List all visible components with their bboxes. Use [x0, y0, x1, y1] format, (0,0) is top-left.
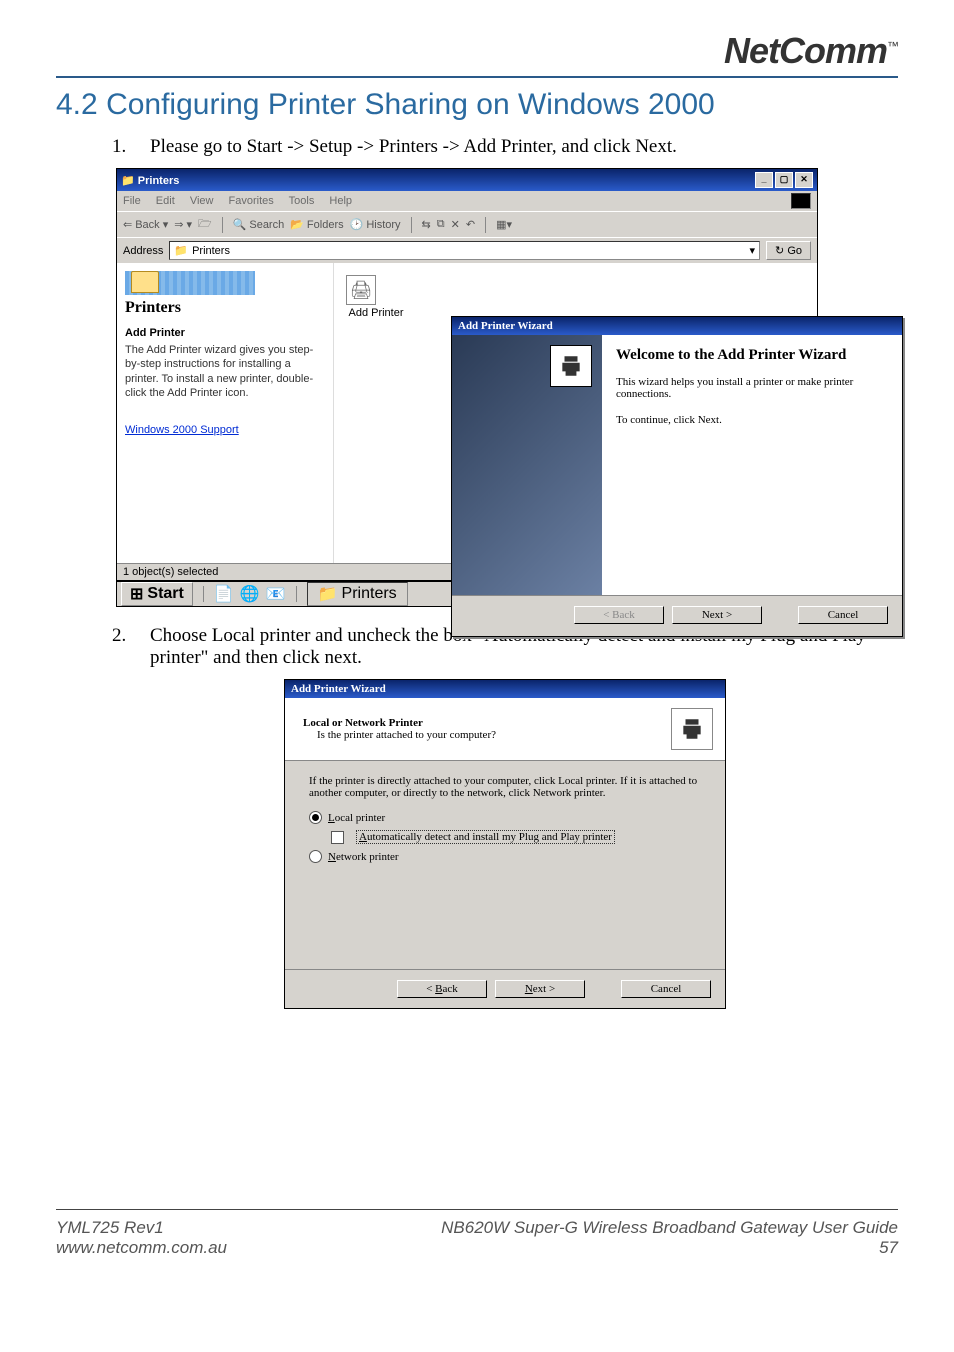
wiz2-printer-icon [671, 708, 713, 750]
add-printer-wizard: Add Printer Wizard Welcome to the Add Pr… [451, 316, 903, 637]
wizard-continue: To continue, click Next. [616, 414, 888, 426]
forward-button[interactable]: ⇒ ▾ [174, 218, 192, 231]
footer-rev: YML725 Rev1 [56, 1218, 227, 1238]
wizard-printer-icon [550, 345, 592, 387]
windows-flag-icon [791, 193, 811, 209]
back-button[interactable]: ⇐ Back ▾ [123, 218, 168, 231]
copy-button[interactable]: ⧉ [437, 218, 445, 231]
window-controls[interactable]: _▢✕ [753, 172, 813, 188]
header-rule [56, 76, 898, 78]
close-button: ✕ [795, 172, 813, 188]
wiz2-title: Add Printer Wizard [285, 680, 725, 698]
minimize-button: _ [755, 172, 773, 188]
wizard-cancel-button[interactable]: Cancel [798, 606, 888, 624]
window-title: Printers [138, 175, 180, 187]
printer-icon: 🖨 [346, 275, 376, 305]
start-button[interactable]: ⊞ Start [121, 582, 193, 606]
page-footer: YML725 Rev1 www.netcomm.com.au NB620W Su… [56, 1209, 898, 1258]
taskbar-printers[interactable]: 📁 Printers [307, 582, 408, 606]
left-heading: Printers [125, 299, 325, 317]
quicklaunch-1[interactable]: 📄 [214, 584, 234, 604]
address-label: Address [123, 245, 163, 257]
undo-button[interactable]: ↶ [466, 218, 475, 231]
wizard-next-button[interactable]: Next > [672, 606, 762, 624]
wiz2-subheader: Is the printer attached to your computer… [317, 729, 496, 741]
folders-button[interactable]: 📂 Folders [290, 218, 343, 231]
left-description: The Add Printer wizard gives you step-by… [125, 343, 325, 400]
delete-button[interactable]: ✕ [451, 218, 460, 231]
wiz2-back-button[interactable]: < Back [397, 980, 487, 998]
wiz2-next-button[interactable]: Next > [495, 980, 585, 998]
add-printer-item[interactable]: 🖨 Add Printer [346, 275, 406, 319]
quicklaunch-3[interactable]: 📧 [266, 584, 286, 604]
wizard-welcome: Welcome to the Add Printer Wizard [616, 347, 888, 364]
local-printer-radio[interactable]: Local printer [309, 811, 701, 824]
local-printer-label: ocal printer [335, 812, 385, 824]
address-box[interactable]: 📁 Printers ▾ [169, 241, 760, 260]
wiz2-header: Local or Network Printer [303, 717, 496, 729]
footer-page: 57 [441, 1238, 898, 1258]
wizard-title: Add Printer Wizard [452, 317, 902, 335]
wizard-desc: This wizard helps you install a printer … [616, 376, 888, 400]
menu-help[interactable]: Help [329, 195, 352, 207]
left-add-printer: Add Printer [125, 327, 325, 339]
menu-edit[interactable]: Edit [156, 195, 175, 207]
search-button[interactable]: 🔍 Search [233, 218, 285, 231]
up-button[interactable]: 🗁 [198, 215, 212, 234]
go-button[interactable]: ↻ Go [766, 241, 811, 260]
menu-tools[interactable]: Tools [289, 195, 315, 207]
brand-logo: NetComm™ [56, 30, 898, 72]
move-button[interactable]: ⇆ [422, 218, 431, 231]
menu-file[interactable]: File [123, 195, 141, 207]
footer-url: www.netcomm.com.au [56, 1238, 227, 1258]
wiz2-cancel-button[interactable]: Cancel [621, 980, 711, 998]
auto-detect-checkbox[interactable]: Automatically detect and install my Plug… [331, 830, 701, 844]
views-button[interactable]: ▦▾ [496, 218, 512, 231]
wizard-local-network: Add Printer Wizard Local or Network Prin… [284, 679, 726, 1009]
windows-2000-support-link[interactable]: Windows 2000 Support [125, 424, 239, 436]
step-1: 1. Please go to Start -> Setup -> Printe… [112, 136, 898, 158]
wiz2-instruction: If the printer is directly attached to y… [309, 775, 701, 799]
folder-icon [131, 271, 159, 293]
section-title: 4.2 Configuring Printer Sharing on Windo… [56, 88, 898, 122]
printers-window: 📁 Printers _▢✕ File Edit View Favorites … [116, 168, 818, 581]
menu-favorites[interactable]: Favorites [229, 195, 274, 207]
windows-icon: ⊞ [130, 584, 143, 604]
toolbar: ⇐ Back ▾ ⇒ ▾ 🗁 🔍 Search 📂 Folders 🕑 Hist… [117, 211, 817, 237]
maximize-button: ▢ [775, 172, 793, 188]
footer-guide: NB620W Super-G Wireless Broadband Gatewa… [441, 1218, 898, 1238]
history-button[interactable]: 🕑 History [350, 218, 401, 231]
wizard-back-button: < Back [574, 606, 664, 624]
menu-view[interactable]: View [190, 195, 214, 207]
network-printer-radio[interactable]: Network printer [309, 850, 701, 863]
quicklaunch-2[interactable]: 🌐 [240, 584, 260, 604]
